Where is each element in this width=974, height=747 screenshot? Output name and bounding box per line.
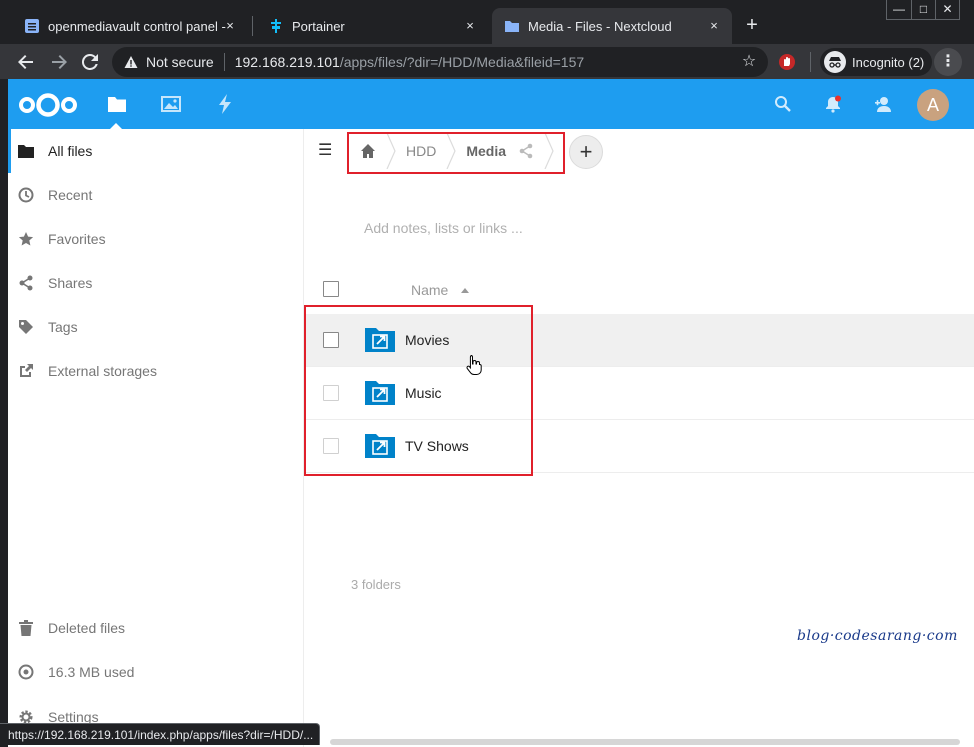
sidebar-item-external-storages[interactable]: External storages [8,349,303,393]
incognito-label: Incognito (2) [852,54,925,70]
portainer-favicon-icon [268,18,284,34]
warning-icon [124,55,138,69]
tab-title: Portainer [292,18,345,34]
horizontal-scrollbar[interactable] [330,739,960,745]
watermark-text: blog·codesarang·com [797,628,958,644]
toolbar-separator [810,52,811,72]
sidebar-item-quota: 16.3 MB used [8,650,303,694]
tab-nextcloud[interactable]: Media - Files - Nextcloud × [492,8,732,44]
maximize-button[interactable]: □ [911,0,935,19]
link-status-bubble: https://192.168.219.101/index.php/apps/f… [0,723,321,745]
close-tab-icon[interactable]: × [222,18,238,34]
quota-label: 16.3 MB used [48,664,135,680]
sidebar-item-label: Tags [48,319,78,335]
sidebar-item-recent[interactable]: Recent [8,173,303,217]
folder-icon [18,143,34,159]
file-list-summary: 3 folders [351,577,401,592]
minimize-button[interactable]: — [887,0,911,19]
tab-openmediavault[interactable]: openmediavault control panel - × [12,8,248,44]
pie-icon [18,664,34,680]
forward-button[interactable] [45,48,73,76]
sidebar-item-label: External storages [48,363,157,379]
activity-app-icon[interactable] [214,93,236,115]
back-button[interactable] [12,48,40,76]
sidebar-item-label: Shares [48,275,93,291]
page-viewport: A All files Recent Favorites Shares Tags… [8,79,974,747]
browser-menu-button[interactable]: ⋮ [934,48,962,76]
sidebar-item-shares[interactable]: Shares [8,261,303,305]
files-content: ☰ HDD Media + Add notes, lists or links … [304,129,974,747]
close-window-button[interactable]: ✕ [935,0,959,19]
notifications-bell-icon[interactable] [824,95,842,113]
tag-icon [18,319,34,335]
browser-toolbar: Not secure 192.168.219.101/apps/files/?d… [0,44,974,79]
address-bar[interactable]: Not secure 192.168.219.101/apps/files/?d… [112,47,768,77]
breadcrumb-highlight-box [347,132,565,174]
reload-icon [81,53,98,70]
contacts-icon[interactable] [874,95,892,113]
sidebar-item-label: Favorites [48,231,106,247]
tab-title: Media - Files - Nextcloud [528,18,672,34]
search-icon[interactable] [774,95,792,113]
sidebar-item-favorites[interactable]: Favorites [8,217,303,261]
url-host: 192.168.219.101 [234,54,340,70]
clock-icon [18,187,34,203]
reload-button[interactable] [76,48,104,76]
files-app-icon[interactable] [106,93,128,115]
share-icon [18,275,34,291]
window-controls: — □ ✕ [886,0,960,20]
select-all-checkbox[interactable] [323,281,339,297]
tab-title: openmediavault control panel - [48,18,226,34]
tab-portainer[interactable]: Portainer × [256,8,488,44]
user-avatar[interactable]: A [917,89,949,121]
new-tab-button[interactable]: + [740,14,764,38]
photos-app-icon[interactable] [160,93,182,115]
browser-tab-bar: openmediavault control panel - × Portain… [0,0,974,44]
folder-rows-highlight-box [304,305,533,476]
sidebar-item-all-files[interactable]: All files [8,129,303,173]
new-item-button[interactable]: + [569,135,603,169]
url-path: /apps/files/?dir=/HDD/Media&fileid=157 [339,54,585,70]
sidebar-item-label: Recent [48,187,93,203]
files-sidebar: All files Recent Favorites Shares Tags E… [8,129,304,747]
url-separator [223,53,225,71]
sidebar-item-label: Deleted files [48,620,126,636]
sidebar-item-deleted-files[interactable]: Deleted files [8,606,303,650]
star-icon [18,231,34,247]
close-tab-icon[interactable]: × [462,18,478,34]
extension-icon[interactable] [778,53,796,71]
hand-cursor-icon [466,355,482,375]
openmediavault-favicon-icon [24,18,40,34]
sidebar-item-label: All files [48,143,93,159]
folder-favicon-icon [504,18,520,34]
not-secure-label[interactable]: Not secure [146,54,214,70]
bookmark-star-icon[interactable]: ☆ [740,53,758,71]
sidebar-item-tags[interactable]: Tags [8,305,303,349]
column-header-name[interactable]: Name [411,282,448,298]
arrow-right-icon [52,55,67,69]
nextcloud-logo-icon[interactable] [16,90,80,120]
tab-separator [252,16,253,36]
rich-workspace-placeholder[interactable]: Add notes, lists or links ... [364,220,523,236]
incognito-indicator[interactable]: Incognito (2) [820,48,933,76]
nextcloud-header: A [8,79,974,129]
close-tab-icon[interactable]: × [706,18,722,34]
arrow-left-icon [18,55,33,69]
external-link-icon [18,363,34,379]
incognito-icon [824,51,846,73]
trash-icon [18,620,34,636]
hamburger-menu-icon[interactable]: ☰ [318,143,334,159]
sort-ascending-icon [461,288,469,293]
